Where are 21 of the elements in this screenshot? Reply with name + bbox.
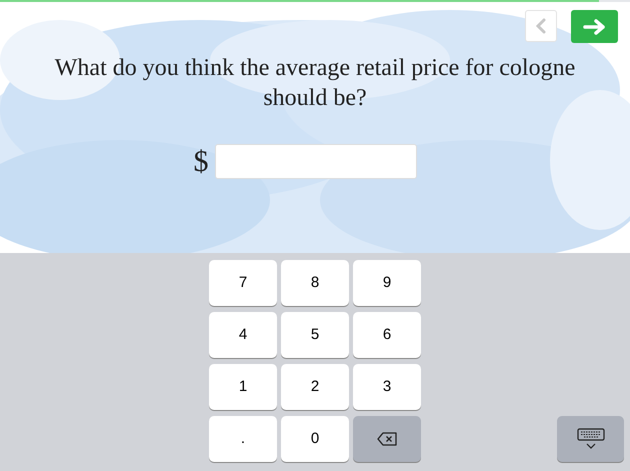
next-button[interactable] [571,10,618,43]
keypad-key[interactable]: 7 [209,260,277,306]
keyboard-icon [576,428,604,450]
keypad-key[interactable]: 2 [281,364,349,410]
keypad-key[interactable]: 1 [209,364,277,410]
keypad-key[interactable]: 6 [353,312,421,358]
backspace-key[interactable] [353,416,421,462]
keypad-key[interactable]: 3 [353,364,421,410]
hide-keyboard-key[interactable] [557,416,624,462]
question-text: What do you think the average retail price for cologne should be? [54,54,576,113]
chevron-left-icon [536,18,546,34]
currency-symbol: $ [194,144,208,180]
keypad-key[interactable]: . [209,416,277,462]
backspace-icon [377,432,397,446]
keypad-key[interactable]: 0 [281,416,349,462]
keypad-key[interactable]: 4 [209,312,277,358]
arrow-right-icon [582,18,606,34]
keypad-key[interactable]: 8 [281,260,349,306]
price-input-field[interactable] [214,144,416,179]
keypad-key[interactable]: 5 [281,312,349,358]
keypad-key[interactable]: 9 [353,260,421,306]
